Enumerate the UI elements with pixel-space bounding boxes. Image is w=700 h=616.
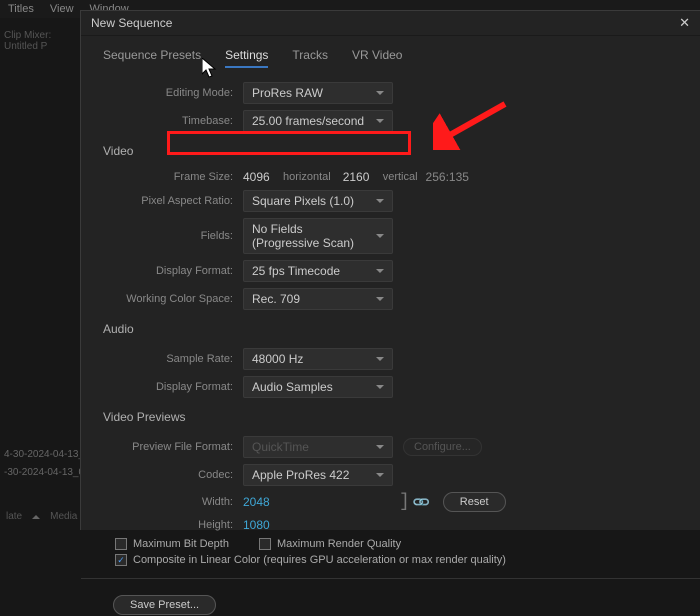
tab-tracks[interactable]: Tracks [292,48,328,68]
bracket-icon: ] [399,492,410,512]
timebase-label: Timebase: [103,115,243,127]
composite-linear-label: Composite in Linear Color (requires GPU … [133,554,506,566]
working-color-space-label: Working Color Space: [103,293,243,305]
aspect-ratio: 256:135 [426,170,469,184]
max-render-quality-label: Maximum Render Quality [277,538,401,550]
max-bit-depth-checkbox[interactable] [115,538,127,550]
new-sequence-dialog: New Sequence ✕ Sequence Presets Settings… [80,10,700,530]
working-color-space-value: Rec. 709 [252,292,300,306]
preview-file-format-dropdown[interactable]: QuickTime [243,436,393,458]
tab-sequence-presets[interactable]: Sequence Presets [103,48,201,68]
width-label: Width: [103,496,243,508]
frame-height-input[interactable]: 2160 [343,170,383,184]
chevron-down-icon [376,91,384,95]
save-preset-button[interactable]: Save Preset... [113,595,216,615]
editing-mode-dropdown[interactable]: ProRes RAW [243,82,393,104]
fields-value: No Fields (Progressive Scan) [252,222,368,250]
sample-rate-value: 48000 Hz [252,352,303,366]
frame-size-label: Frame Size: [103,171,243,183]
late-col: late [6,511,22,522]
max-bit-depth-label: Maximum Bit Depth [133,538,229,550]
codec-dropdown[interactable]: Apple ProRes 422 [243,464,393,486]
pixel-aspect-label: Pixel Aspect Ratio: [103,195,243,207]
dialog-title: New Sequence [91,16,172,30]
fields-dropdown[interactable]: No Fields (Progressive Scan) [243,218,393,254]
audio-display-format-label: Display Format: [103,381,243,393]
clip-mixer-label: Clip Mixer: Untitled P [0,30,78,52]
composite-linear-checkbox[interactable] [115,554,127,566]
chevron-down-icon [376,234,384,238]
menu-view[interactable]: View [50,3,74,15]
height-label: Height: [103,519,243,531]
chevron-down-icon [376,119,384,123]
sort-arrow-icon[interactable] [32,515,40,519]
timebase-dropdown[interactable]: 25.00 frames/second [243,110,393,132]
chevron-down-icon [376,199,384,203]
pixel-aspect-dropdown[interactable]: Square Pixels (1.0) [243,190,393,212]
timebase-value: 25.00 frames/second [252,114,364,128]
preview-file-format-value: QuickTime [252,440,309,454]
menu-titles[interactable]: Titles [8,3,34,15]
preview-width-input[interactable]: 2048 [243,495,283,509]
fields-label: Fields: [103,230,243,242]
display-format-value: 25 fps Timecode [252,264,340,278]
frame-width-input[interactable]: 4096 [243,170,283,184]
codec-value: Apple ProRes 422 [252,468,349,482]
chevron-down-icon [376,473,384,477]
preview-file-format-label: Preview File Format: [103,441,243,453]
link-icon[interactable]: 🔗 [411,492,431,512]
chevron-down-icon [376,445,384,449]
vertical-label: vertical [383,171,418,183]
max-render-quality-checkbox[interactable] [259,538,271,550]
tab-settings[interactable]: Settings [225,48,268,68]
reset-button[interactable]: Reset [443,492,506,512]
working-color-space-dropdown[interactable]: Rec. 709 [243,288,393,310]
close-icon[interactable]: ✕ [679,15,690,31]
audio-section: Audio [103,316,678,342]
divider [81,578,700,579]
tab-bar: Sequence Presets Settings Tracks VR Vide… [81,36,700,68]
chevron-down-icon [376,269,384,273]
chevron-down-icon [376,357,384,361]
cursor-icon [202,58,220,83]
display-format-dropdown[interactable]: 25 fps Timecode [243,260,393,282]
annotation-arrow [433,100,513,153]
sample-rate-dropdown[interactable]: 48000 Hz [243,348,393,370]
editing-mode-value: ProRes RAW [252,86,323,100]
chevron-down-icon [376,297,384,301]
audio-display-format-dropdown[interactable]: Audio Samples [243,376,393,398]
pixel-aspect-value: Square Pixels (1.0) [252,194,354,208]
horizontal-label: horizontal [283,171,331,183]
tab-vr-video[interactable]: VR Video [352,48,402,68]
codec-label: Codec: [103,469,243,481]
video-previews-section: Video Previews [103,404,678,430]
video-section: Video [103,138,678,164]
sample-rate-label: Sample Rate: [103,353,243,365]
editing-mode-label: Editing Mode: [103,87,243,99]
dialog-titlebar: New Sequence ✕ [81,11,700,36]
configure-button[interactable]: Configure... [403,438,482,456]
audio-display-format-value: Audio Samples [252,380,333,394]
chevron-down-icon [376,385,384,389]
display-format-label: Display Format: [103,265,243,277]
